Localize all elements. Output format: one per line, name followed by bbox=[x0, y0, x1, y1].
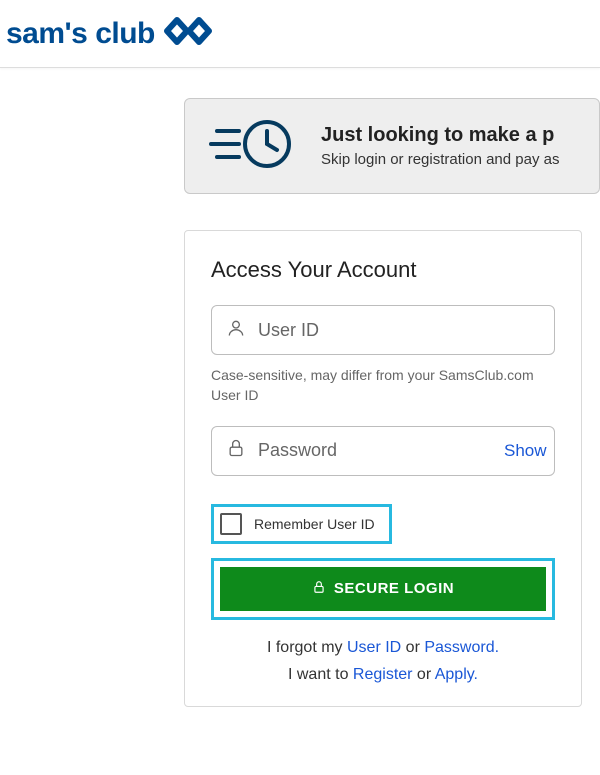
user-id-input[interactable] bbox=[258, 320, 540, 341]
show-password-button[interactable]: Show bbox=[502, 437, 549, 465]
header: sam's club bbox=[0, 0, 600, 68]
brand-logo[interactable]: sam's club bbox=[6, 14, 600, 53]
forgot-or: or bbox=[401, 639, 424, 656]
logo-diamond-icon bbox=[161, 14, 217, 53]
forgot-line: I forgot my User ID or Password. bbox=[211, 634, 555, 661]
remember-user-id-group: Remember User ID bbox=[211, 504, 392, 544]
register-line: I want to Register or Apply. bbox=[211, 661, 555, 688]
banner-subtitle: Skip login or registration and pay as bbox=[321, 151, 559, 168]
password-input[interactable] bbox=[258, 440, 490, 461]
banner-title: Just looking to make a p bbox=[321, 124, 559, 147]
want-prefix: I want to bbox=[288, 666, 353, 683]
forgot-password-link[interactable]: Password. bbox=[424, 639, 499, 656]
register-link[interactable]: Register bbox=[353, 666, 413, 683]
quickpay-banner[interactable]: Just looking to make a p Skip login or r… bbox=[184, 98, 600, 194]
lock-icon bbox=[312, 580, 326, 598]
remember-checkbox[interactable] bbox=[220, 513, 242, 535]
login-button-highlight: SECURE LOGIN bbox=[211, 558, 555, 620]
user-id-hint: Case-sensitive, may differ from your Sam… bbox=[211, 365, 555, 406]
apply-or: or bbox=[412, 666, 434, 683]
password-field-wrap: Show bbox=[211, 426, 555, 476]
secure-login-button[interactable]: SECURE LOGIN bbox=[220, 567, 546, 611]
forgot-prefix: I forgot my bbox=[267, 639, 347, 656]
forgot-user-id-link[interactable]: User ID bbox=[347, 639, 401, 656]
lock-icon bbox=[226, 438, 246, 463]
login-card: Access Your Account Case-sensitive, may … bbox=[184, 230, 582, 707]
banner-text: Just looking to make a p Skip login or r… bbox=[321, 124, 559, 168]
fast-clock-icon bbox=[209, 117, 295, 176]
logo-text: sam's club bbox=[6, 17, 155, 51]
help-links: I forgot my User ID or Password. I want … bbox=[211, 634, 555, 688]
user-id-field-wrap bbox=[211, 305, 555, 355]
card-title: Access Your Account bbox=[211, 257, 555, 283]
user-icon bbox=[226, 318, 246, 343]
login-button-label: SECURE LOGIN bbox=[334, 580, 454, 597]
apply-link[interactable]: Apply. bbox=[435, 666, 478, 683]
remember-label[interactable]: Remember User ID bbox=[254, 516, 375, 532]
